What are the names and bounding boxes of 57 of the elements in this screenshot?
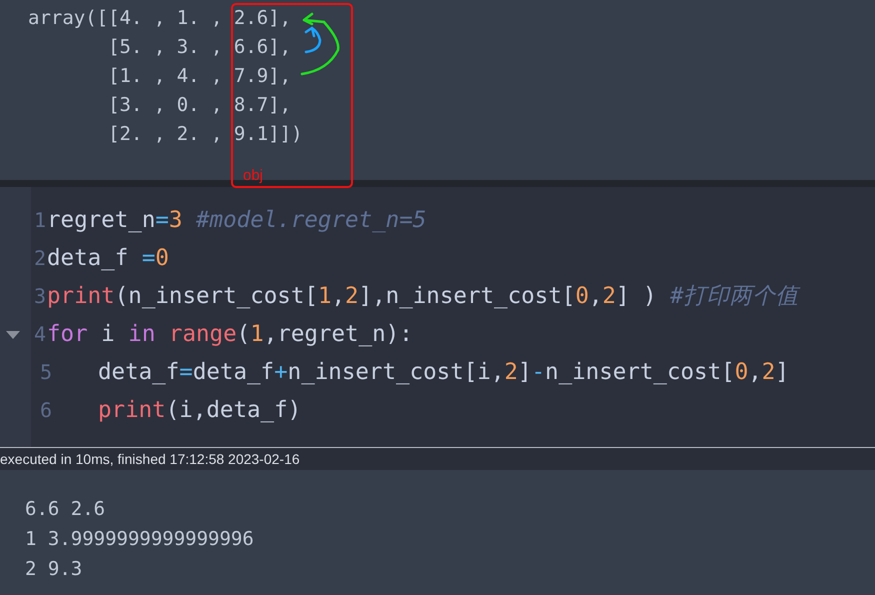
line-number: 2 (34, 245, 46, 272)
output-line: [2. , 2. , 9.1]]) (107, 122, 303, 147)
code-text: n_insert_cost[ (545, 358, 735, 387)
number-literal: 2 (602, 282, 616, 311)
function-name: print (98, 396, 166, 425)
keyword: in (128, 320, 156, 349)
code-text: regret_n (47, 206, 156, 235)
number-literal: 1 (318, 282, 332, 311)
output-line: 6.6 2.6 (25, 497, 106, 522)
code-text: ( (236, 320, 250, 349)
code-text: , (748, 358, 762, 387)
code-text: ,regret_n): (264, 320, 413, 349)
code-text: ] (775, 358, 789, 387)
operator: + (274, 358, 288, 387)
line-number: 1 (34, 207, 46, 234)
code-text: ],n_insert_cost[ (358, 282, 576, 311)
operator: = (142, 244, 156, 273)
annotation-label: obj (243, 167, 264, 184)
line-number: 5 (40, 359, 54, 386)
line-number: 4 (34, 321, 46, 348)
function-name: print (47, 282, 115, 311)
number-literal: 0 (155, 244, 169, 273)
code-text: (i,deta_f) (166, 396, 302, 425)
output-line: [5. , 3. , 6.6], (107, 35, 292, 60)
code-text: ] (518, 358, 532, 387)
code-text: , (331, 282, 346, 311)
code-text: (n_insert_cost[ (114, 282, 318, 311)
line-number: 3 (34, 283, 46, 310)
number-literal: 2 (762, 358, 776, 387)
operator: - (532, 358, 546, 387)
number-literal: 2 (504, 358, 518, 387)
output-line: 1 3.9999999999999996 (25, 527, 254, 552)
execution-status: executed in 10ms, finished 17:12:58 2023-02-16 (0, 448, 875, 470)
code-text: deta_f (98, 358, 180, 387)
code-text: i (100, 320, 116, 349)
code-text: deta_f (47, 244, 130, 273)
line-number: 6 (40, 397, 54, 424)
keyword: for (47, 320, 88, 349)
output-line: 2 9.3 (25, 557, 82, 582)
number-literal: 1 (250, 320, 264, 349)
code-text: ] ) (616, 282, 658, 311)
number-literal: 0 (734, 358, 748, 387)
operator: = (155, 206, 169, 235)
output-line: [3. , 0. , 8.7], (107, 93, 292, 118)
code-text: deta_f (192, 358, 274, 387)
output-line: [1. , 4. , 7.9], (107, 64, 292, 89)
number-literal: 3 (168, 206, 184, 235)
output-line: array([[4. , 1. , 2.6], (28, 6, 292, 31)
fold-triangle-icon[interactable] (6, 331, 20, 339)
number-literal: 0 (575, 282, 589, 311)
code-text: n_insert_cost[i, (288, 358, 504, 387)
number-literal: 2 (345, 282, 359, 311)
code-text: , (588, 282, 602, 311)
function-name: range (168, 320, 237, 349)
operator: = (179, 358, 193, 387)
code-comment: #model.regret_n=5 (196, 206, 426, 235)
code-comment: #打印两个值 (670, 282, 799, 311)
